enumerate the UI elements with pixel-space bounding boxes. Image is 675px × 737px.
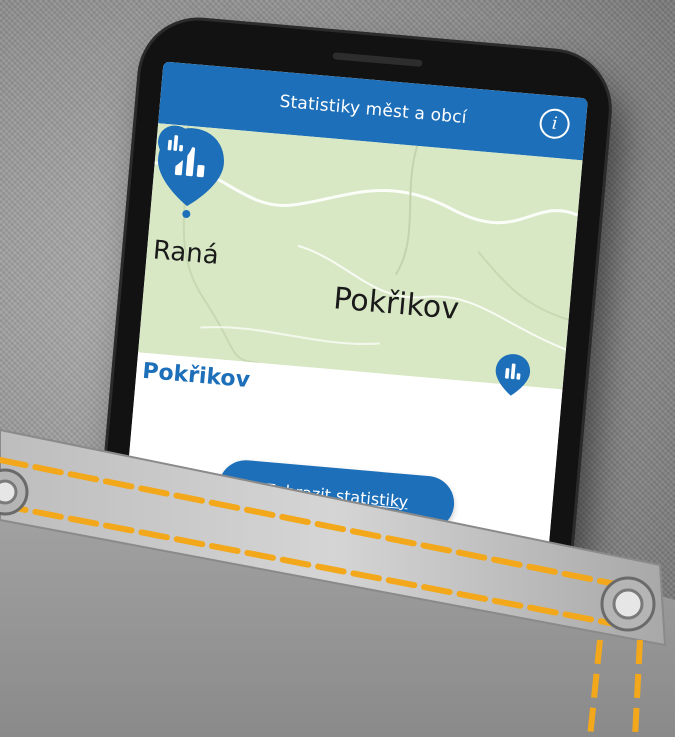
jeans-pocket — [0, 428, 675, 737]
rivet-icon — [600, 576, 656, 632]
